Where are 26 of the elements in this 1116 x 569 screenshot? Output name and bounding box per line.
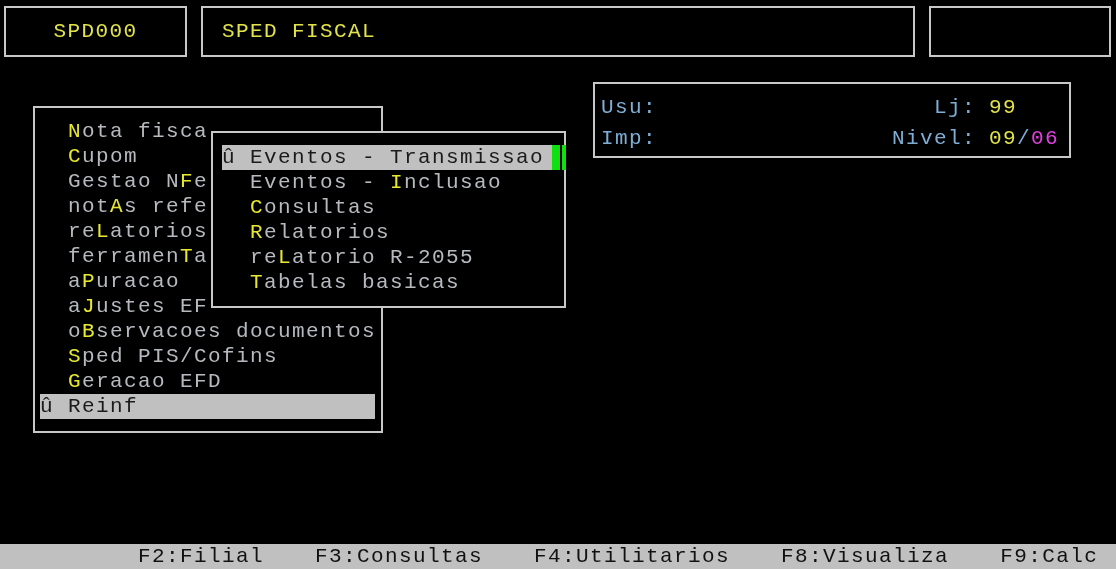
store-value: 99 [989, 96, 1017, 119]
screen-title: SPED FISCAL [222, 19, 377, 44]
menu-item[interactable]: Tabelas basicas [222, 270, 558, 295]
menu-item[interactable]: Relatorios [222, 220, 558, 245]
cursor-icon [552, 145, 566, 170]
store-label: Lj: [933, 95, 976, 121]
menu-item[interactable]: û Reinf [40, 394, 375, 419]
level-separator: / [1017, 126, 1032, 150]
function-key[interactable]: F9:Calc [1000, 544, 1099, 569]
user-level: 09 [989, 126, 1017, 150]
menu-item[interactable]: Eventos - Inclusao [222, 170, 558, 195]
menu-item[interactable]: Sped PIS/Cofins [40, 344, 375, 369]
function-key[interactable]: F2:Filial [138, 544, 265, 569]
menu-item[interactable]: oBservacoes documentos [40, 319, 377, 344]
menu-item[interactable]: Consultas [222, 195, 558, 220]
user-label: Usu: [601, 95, 658, 121]
menu-item[interactable]: û Eventos - Transmissao [222, 145, 552, 170]
function-key[interactable]: F4:Utilitarios [534, 544, 731, 569]
printer-label: Imp: [601, 125, 658, 152]
level-label: Nivel: [892, 125, 976, 152]
function-key[interactable]: F8:Visualiza [781, 544, 950, 569]
menu-item[interactable]: reLatorio R-2055 [222, 245, 558, 270]
function-key[interactable]: F3:Consultas [315, 544, 484, 569]
menu-item[interactable]: Geracao EFD [40, 369, 375, 394]
program-code: SPD000 [53, 19, 138, 44]
max-level: 06 [1031, 126, 1060, 150]
